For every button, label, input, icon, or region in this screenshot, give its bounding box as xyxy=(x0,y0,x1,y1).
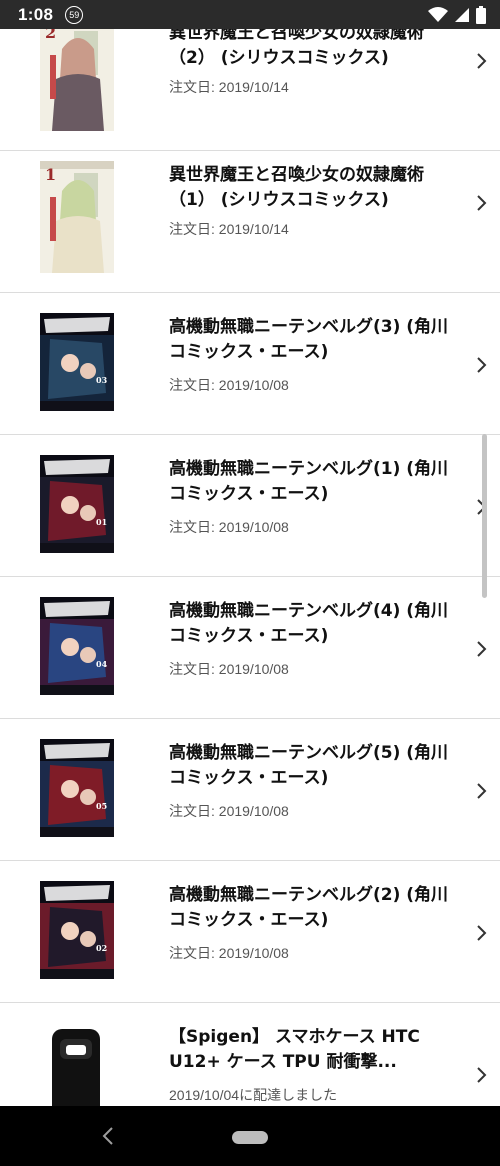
book-cover-thumbnail[interactable]: 01 xyxy=(40,455,114,553)
chevron-right-icon[interactable] xyxy=(474,1065,488,1085)
wifi-icon xyxy=(428,6,448,22)
order-item-title[interactable]: 異世界魔王と召喚少女の奴隷魔術 （1） (シリウスコミックス) xyxy=(169,163,469,213)
chevron-right-icon[interactable] xyxy=(474,193,488,213)
order-row[interactable]: 01 高機動無職ニーテンベルグ(1) (角川 コミックス・エース) 注文日: 201… xyxy=(0,435,500,577)
order-row[interactable]: 【Spigen】 スマホケース HTC U12+ ケース TPU 耐衝撃... 2… xyxy=(0,1003,500,1106)
cover-volume-number: 02 xyxy=(96,943,108,953)
back-icon[interactable] xyxy=(98,1124,118,1148)
navigation-bar xyxy=(0,1106,500,1166)
order-list[interactable]: 2 異世界魔王と召喚少女の奴隷魔術 （2） (シリウスコミックス) 注文日: 201… xyxy=(0,29,500,1106)
order-item-title[interactable]: 異世界魔王と召喚少女の奴隷魔術 （2） (シリウスコミックス) xyxy=(169,29,469,71)
chevron-right-icon[interactable] xyxy=(474,781,488,801)
status-icons xyxy=(428,5,486,24)
order-row[interactable]: 03 高機動無職ニーテンベルグ(3) (角川 コミックス・エース) 注文日: 201… xyxy=(0,293,500,435)
order-date: 注文日: 2019/10/08 xyxy=(169,519,289,535)
book-cover-thumbnail[interactable]: 03 xyxy=(40,313,114,411)
order-row[interactable]: 04 高機動無職ニーテンベルグ(4) (角川 コミックス・エース) 注文日: 201… xyxy=(0,577,500,719)
order-date: 注文日: 2019/10/08 xyxy=(169,945,289,961)
cover-volume-number: 2 xyxy=(45,29,57,42)
cover-volume-number: 03 xyxy=(96,375,108,385)
order-item-title[interactable]: 高機動無職ニーテンベルグ(1) (角川 コミックス・エース) xyxy=(169,457,469,507)
order-item-title[interactable]: 高機動無職ニーテンベルグ(4) (角川 コミックス・エース) xyxy=(169,599,469,649)
chevron-right-icon[interactable] xyxy=(474,51,488,71)
signal-icon xyxy=(455,7,469,22)
book-cover-thumbnail[interactable]: 05 xyxy=(40,739,114,837)
book-cover-thumbnail[interactable]: 1 xyxy=(40,161,114,273)
notification-count-badge: 59 xyxy=(65,5,84,24)
battery-icon xyxy=(476,5,486,24)
status-bar: 1:08 59 xyxy=(0,0,500,29)
delivery-status: 2019/10/04に配達しました xyxy=(169,1087,338,1103)
order-row[interactable]: 05 高機動無職ニーテンベルグ(5) (角川 コミックス・エース) 注文日: 201… xyxy=(0,719,500,861)
scrollbar[interactable] xyxy=(482,434,487,598)
chevron-right-icon[interactable] xyxy=(474,923,488,943)
home-pill[interactable] xyxy=(232,1131,268,1144)
order-item-title[interactable]: 高機動無職ニーテンベルグ(2) (角川 コミックス・エース) xyxy=(169,883,469,933)
order-date: 注文日: 2019/10/08 xyxy=(169,803,289,819)
order-date: 注文日: 2019/10/14 xyxy=(169,79,289,95)
order-item-title[interactable]: 【Spigen】 スマホケース HTC U12+ ケース TPU 耐衝撃... xyxy=(169,1025,469,1075)
chevron-right-icon[interactable] xyxy=(474,355,488,375)
book-cover-thumbnail[interactable]: 2 xyxy=(40,29,114,131)
order-date: 注文日: 2019/10/08 xyxy=(169,377,289,393)
order-date: 注文日: 2019/10/08 xyxy=(169,661,289,677)
cover-volume-number: 01 xyxy=(96,517,108,527)
cover-volume-number: 04 xyxy=(96,659,108,669)
order-row[interactable]: 2 異世界魔王と召喚少女の奴隷魔術 （2） (シリウスコミックス) 注文日: 201… xyxy=(0,29,500,151)
book-cover-thumbnail[interactable]: 04 xyxy=(40,597,114,695)
book-cover-thumbnail[interactable]: 02 xyxy=(40,881,114,979)
product-thumbnail[interactable] xyxy=(40,1023,114,1106)
order-item-title[interactable]: 高機動無職ニーテンベルグ(5) (角川 コミックス・エース) xyxy=(169,741,469,791)
chevron-right-icon[interactable] xyxy=(474,639,488,659)
order-row[interactable]: 02 高機動無職ニーテンベルグ(2) (角川 コミックス・エース) 注文日: 201… xyxy=(0,861,500,1003)
order-row[interactable]: 1 異世界魔王と召喚少女の奴隷魔術 （1） (シリウスコミックス) 注文日: 201… xyxy=(0,151,500,293)
cover-volume-number: 05 xyxy=(96,801,108,811)
order-item-title[interactable]: 高機動無職ニーテンベルグ(3) (角川 コミックス・エース) xyxy=(169,315,469,365)
order-date: 注文日: 2019/10/14 xyxy=(169,221,289,237)
cover-volume-number: 1 xyxy=(45,165,57,184)
status-time: 1:08 xyxy=(18,4,54,24)
